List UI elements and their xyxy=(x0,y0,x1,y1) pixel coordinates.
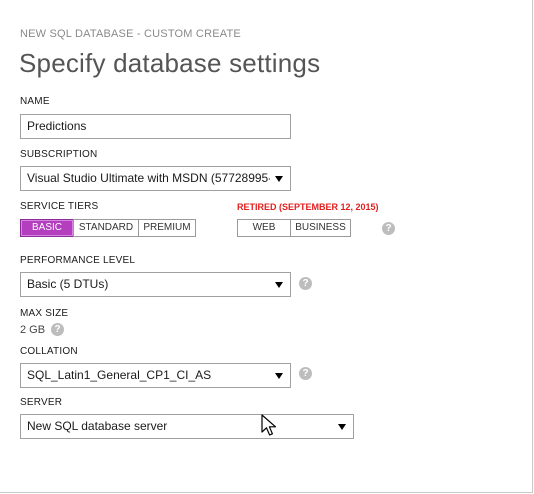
subscription-label: SUBSCRIPTION xyxy=(20,149,98,160)
tier-web-button[interactable]: WEB xyxy=(237,219,291,237)
question-circle-icon[interactable]: ? xyxy=(382,222,395,235)
question-circle-icon[interactable]: ? xyxy=(51,323,64,336)
server-select[interactable]: New SQL database server xyxy=(20,414,354,439)
question-circle-icon[interactable]: ? xyxy=(299,367,312,380)
service-tier-group: BASIC STANDARD PREMIUM xyxy=(20,219,196,237)
retired-tiers-label: RETIRED (SEPTEMBER 12, 2015) xyxy=(237,202,379,212)
server-label: SERVER xyxy=(20,397,63,408)
collation-select[interactable]: SQL_Latin1_General_CP1_CI_AS xyxy=(20,363,291,388)
page-title: Specify database settings xyxy=(19,48,321,78)
service-tiers-label: SERVICE TIERS xyxy=(20,201,99,212)
performance-level-value: Basic (5 DTUs) xyxy=(27,277,109,291)
retired-tier-group: WEB BUSINESS xyxy=(237,219,351,237)
performance-level-select[interactable]: Basic (5 DTUs) xyxy=(20,272,291,297)
performance-level-label: PERFORMANCE LEVEL xyxy=(20,255,136,266)
collation-label: COLLATION xyxy=(20,346,78,357)
tier-premium-button[interactable]: PREMIUM xyxy=(138,219,196,237)
subscription-select[interactable]: Visual Studio Ultimate with MSDN (577289… xyxy=(20,166,291,191)
tier-standard-button[interactable]: STANDARD xyxy=(73,219,139,237)
max-size-value: 2 GB xyxy=(20,324,46,336)
chevron-down-icon xyxy=(275,282,283,288)
collation-value: SQL_Latin1_General_CP1_CI_AS xyxy=(27,368,212,382)
server-value: New SQL database server xyxy=(27,419,168,433)
wizard-subtitle: NEW SQL DATABASE - CUSTOM CREATE xyxy=(20,28,241,40)
chevron-down-icon xyxy=(275,176,283,182)
chevron-down-icon xyxy=(338,424,346,430)
name-input[interactable]: Predictions xyxy=(20,114,291,139)
subscription-value: Visual Studio Ultimate with MSDN (577289… xyxy=(27,171,270,185)
name-label: NAME xyxy=(20,96,50,107)
chevron-down-icon xyxy=(275,373,283,379)
question-circle-icon[interactable]: ? xyxy=(299,277,312,290)
tier-basic-button[interactable]: BASIC xyxy=(20,219,74,237)
tier-business-button[interactable]: BUSINESS xyxy=(290,219,351,237)
max-size-label: MAX SIZE xyxy=(20,308,69,319)
mouse-pointer-icon xyxy=(261,414,277,436)
